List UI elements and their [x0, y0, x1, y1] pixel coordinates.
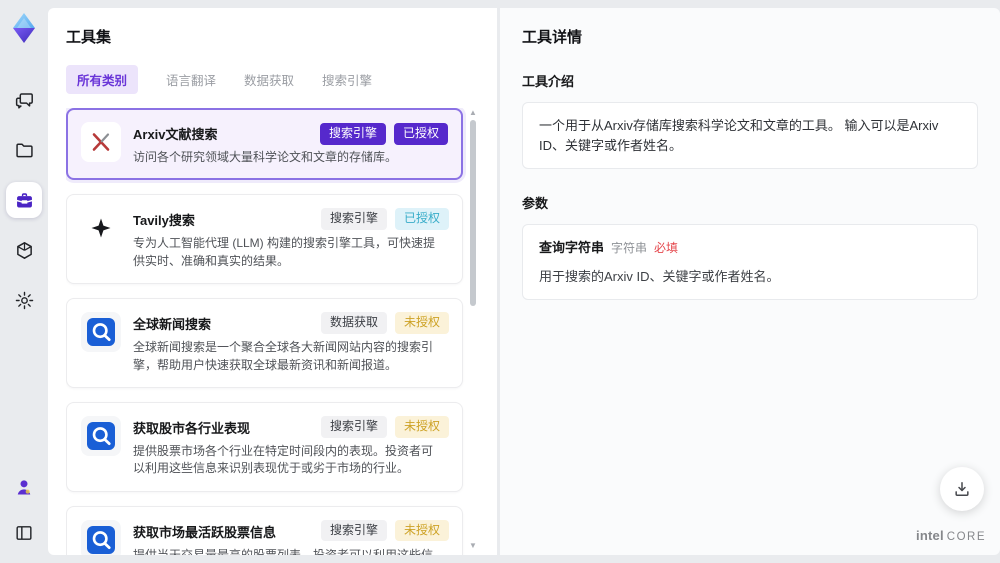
tool-description: 提供当天交易量最高的股票列表，投资者可以利用这些信息来识别流动性强的股票和潜在的… — [133, 547, 434, 555]
news-search-icon — [81, 519, 121, 555]
detail-title: 工具详情 — [522, 29, 583, 46]
intro-heading: 工具介绍 — [522, 74, 575, 89]
download-button[interactable] — [940, 467, 984, 511]
tools-panel: 工具集 所有类别 语言翻译 数据获取 搜索引擎 Arxiv文献搜索 访问各个研究… — [48, 8, 497, 555]
tab-language-translation[interactable]: 语言翻译 — [166, 65, 216, 94]
tool-card-sector-performance[interactable]: 获取股市各行业表现 提供股票市场各个行业在特定时间段内的表现。投资者可以利用这些… — [66, 401, 463, 492]
scrollbar-thumb[interactable] — [470, 120, 476, 306]
tool-description: 提供股票市场各个行业在特定时间段内的表现。投资者可以利用这些信息来识别表现优于或… — [133, 443, 434, 476]
tool-description: 专为人工智能代理 (LLM) 构建的搜索引擎工具，可快速提供实时、准确和真实的结… — [133, 236, 436, 268]
app-logo-icon[interactable] — [7, 10, 41, 46]
param-description: 用于搜索的Arxiv ID、关键字或作者姓名。 — [539, 268, 780, 284]
app-root: 工具集 所有类别 语言翻译 数据获取 搜索引擎 Arxiv文献搜索 访问各个研究… — [0, 0, 1000, 563]
param-box: 查询字符串 字符串 必填 用于搜索的Arxiv ID、关键字或作者姓名。 — [522, 224, 978, 300]
news-search-icon — [81, 312, 121, 353]
tab-search-engine[interactable]: 搜索引擎 — [322, 65, 372, 94]
tool-card-global-news[interactable]: 全球新闻搜索 全球新闻搜索是一个聚合全球各大新闻网站内容的搜索引擎，帮助用户快速… — [66, 298, 463, 388]
settings-gear-icon[interactable] — [6, 282, 42, 318]
params-heading: 参数 — [522, 196, 549, 211]
auth-status-badge: 已授权 — [393, 123, 448, 145]
category-badge: 搜索引擎 — [320, 415, 387, 438]
auth-status-badge: 已授权 — [394, 208, 449, 230]
core-wordmark: CORE — [946, 531, 986, 543]
list-scrollbar[interactable]: ▲ ▼ — [467, 108, 479, 551]
category-badge: 搜索引擎 — [320, 208, 387, 230]
scroll-down-arrow[interactable]: ▼ — [467, 541, 479, 551]
tool-card-arxiv[interactable]: Arxiv文献搜索 访问各个研究领域大量科学论文和文章的存储库。 搜索引擎 已授… — [66, 108, 463, 181]
chat-icon[interactable] — [6, 82, 42, 118]
panel-toggle-icon[interactable] — [6, 515, 42, 551]
param-required-flag: 必填 — [654, 241, 679, 255]
tool-intro-box: 一个用于从Arxiv存储库搜索科学论文和文章的工具。 输入可以是Arxiv ID… — [522, 102, 978, 169]
detail-panel: 工具详情 工具介绍 一个用于从Arxiv存储库搜索科学论文和文章的工具。 输入可… — [500, 8, 1000, 555]
sidebar-nav — [6, 82, 42, 318]
category-tabs: 所有类别 语言翻译 数据获取 搜索引擎 — [66, 65, 479, 94]
sidebar-bottom — [6, 469, 42, 551]
icon-sidebar — [0, 0, 48, 563]
category-badge: 搜索引擎 — [320, 519, 387, 542]
intel-wordmark: intel — [916, 528, 944, 543]
user-avatar-icon[interactable] — [6, 469, 42, 505]
scroll-up-arrow[interactable]: ▲ — [467, 108, 479, 118]
tab-all-categories[interactable]: 所有类别 — [66, 65, 139, 94]
folder-icon[interactable] — [6, 132, 42, 168]
param-type: 字符串 — [611, 241, 648, 255]
category-badge: 数据获取 — [320, 312, 387, 334]
auth-status-badge: 未授权 — [394, 312, 449, 334]
tool-card-most-active-stocks[interactable]: 获取市场最活跃股票信息 提供当天交易量最高的股票列表，投资者可以利用这些信息来识… — [66, 505, 463, 555]
page-title: 工具集 — [66, 29, 112, 46]
auth-status-badge: 未授权 — [394, 519, 449, 542]
news-search-icon — [81, 415, 121, 456]
tool-description: 全球新闻搜索是一个聚合全球各大新闻网站内容的搜索引擎，帮助用户快速获取全球最新资… — [133, 340, 434, 372]
param-name: 查询字符串 — [539, 240, 605, 255]
tavily-star-icon — [81, 208, 121, 249]
cube-icon[interactable] — [6, 232, 42, 268]
tool-description: 访问各个研究领域大量科学论文和文章的存储库。 — [133, 150, 398, 164]
toolbox-icon-active[interactable] — [6, 182, 42, 218]
tool-list: Arxiv文献搜索 访问各个研究领域大量科学论文和文章的存储库。 搜索引擎 已授… — [66, 108, 479, 555]
tab-data-fetching[interactable]: 数据获取 — [244, 65, 294, 94]
intel-core-logo: intel CORE — [916, 528, 986, 543]
auth-status-badge: 未授权 — [394, 415, 449, 438]
arxiv-logo-icon — [81, 122, 121, 162]
category-badge: 搜索引擎 — [319, 123, 386, 145]
tool-card-tavily[interactable]: Tavily搜索 专为人工智能代理 (LLM) 构建的搜索引擎工具，可快速提供实… — [66, 194, 463, 285]
